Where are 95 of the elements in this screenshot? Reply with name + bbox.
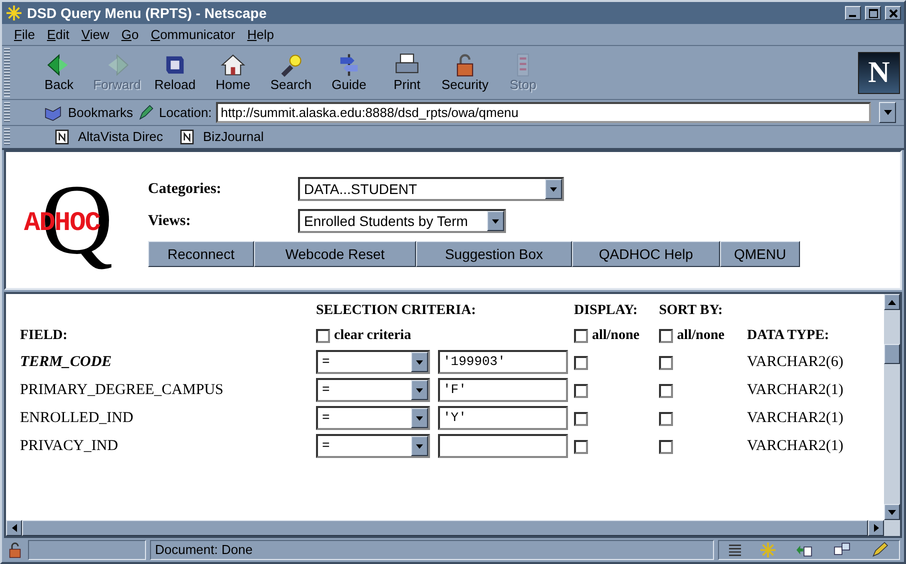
menu-item[interactable]: Go: [115, 24, 145, 44]
value-field[interactable]: [438, 434, 568, 458]
operator-dropdown[interactable]: =: [316, 378, 430, 402]
value-field[interactable]: 'Y': [438, 406, 568, 430]
nav-button[interactable]: Webcode Reset: [254, 241, 416, 267]
bookmark-link[interactable]: BizJournal: [179, 127, 264, 147]
column-header: DATA TYPE:: [747, 327, 830, 345]
checkbox[interactable]: [574, 440, 588, 454]
toolbar-button[interactable]: Print: [378, 52, 436, 93]
caret-icon: [888, 300, 896, 304]
bookmark-icon: [42, 104, 64, 122]
checkbox[interactable]: [574, 356, 588, 370]
data-type: VARCHAR2(1): [747, 436, 844, 456]
menu-item[interactable]: File: [8, 24, 41, 44]
maximize-icon: [868, 8, 878, 18]
browser-logo[interactable]: N: [858, 52, 900, 94]
nav-button[interactable]: Reconnect: [148, 241, 254, 267]
nav-button[interactable]: Suggestion Box: [416, 241, 572, 267]
checkbox[interactable]: [316, 328, 330, 342]
toolbar-button[interactable]: Search: [262, 52, 320, 93]
nav-button[interactable]: QMENU: [720, 241, 800, 267]
column-header: SELECTION CRITERIA:: [316, 302, 477, 320]
window-title: DSD Query Menu (RPTS) - Netscape: [27, 4, 268, 23]
pen-icon: [137, 104, 156, 122]
value-field[interactable]: '199903': [438, 350, 568, 374]
toolbar-button[interactable]: Guide: [320, 52, 378, 93]
toolbar-button[interactable]: Security: [436, 52, 494, 93]
home-icon: [220, 52, 246, 78]
checkbox[interactable]: [659, 384, 673, 398]
star-icon[interactable]: [759, 541, 777, 559]
checkbox[interactable]: [574, 384, 588, 398]
operator-dropdown[interactable]: =: [316, 350, 430, 374]
caret-icon: [416, 360, 423, 364]
field-name: PRIVACY_IND: [20, 436, 120, 456]
nav-button[interactable]: QADHOC Help: [572, 241, 720, 267]
checkbox-label: clear criteria: [334, 327, 412, 345]
location-label: Location:: [159, 104, 212, 122]
vertical-scrollbar[interactable]: [884, 294, 900, 520]
operator-dropdown[interactable]: =: [316, 406, 430, 430]
page-icon: [179, 129, 196, 145]
menu-item[interactable]: Communicator: [144, 24, 242, 44]
grip-handle[interactable]: [4, 128, 10, 146]
caret-icon: [492, 218, 499, 224]
checkbox[interactable]: [659, 328, 673, 342]
list-icon: [727, 542, 743, 558]
close-icon: [888, 8, 898, 18]
status-text: Document: Done: [150, 540, 714, 560]
bookmark-link[interactable]: AltaVista Direc: [54, 127, 164, 147]
close-button[interactable]: [885, 6, 901, 20]
caret-icon: [416, 388, 423, 392]
caret-icon: [416, 416, 423, 420]
field-name: PRIMARY_DEGREE_CAMPUS: [20, 380, 224, 400]
data-type: VARCHAR2(1): [747, 380, 844, 400]
toolbar-button[interactable]: Back: [30, 52, 88, 93]
scroll-thumb[interactable]: [884, 344, 900, 364]
column-header: SORT BY:: [659, 302, 724, 320]
address-field[interactable]: http://summit.alaska.edu:8888/dsd_rpts/owa/qmenu: [216, 102, 871, 123]
field-name: TERM_CODE: [20, 352, 113, 372]
dropdown-button[interactable]: [879, 102, 896, 123]
grip-handle[interactable]: [4, 48, 10, 97]
menu-item[interactable]: View: [75, 24, 116, 44]
checkbox[interactable]: [659, 412, 673, 426]
caret-icon: [884, 110, 892, 115]
caret-icon: [888, 510, 896, 514]
grip-handle[interactable]: [4, 102, 10, 123]
checkbox[interactable]: [659, 356, 673, 370]
data-type: VARCHAR2(6): [747, 352, 844, 372]
page-icon: [54, 129, 70, 145]
minimize-button[interactable]: [845, 6, 861, 20]
dropdown-field[interactable]: Enrolled Students by Term: [298, 209, 506, 233]
dropdown-field[interactable]: DATA...STUDENT: [298, 177, 564, 201]
toolbar-button[interactable]: Home: [204, 52, 262, 93]
toolbar-button[interactable]: Reload: [146, 52, 204, 93]
menu-item[interactable]: Edit: [40, 24, 76, 44]
operator-dropdown[interactable]: =: [316, 434, 430, 458]
star-icon: [5, 4, 23, 22]
value-field[interactable]: 'F': [438, 378, 568, 402]
field-label: Categories:: [148, 180, 222, 199]
field-name: ENROLLED_IND: [20, 408, 134, 428]
maximize-button[interactable]: [865, 6, 881, 20]
menu-item[interactable]: Help: [241, 24, 280, 44]
checkbox[interactable]: [574, 328, 588, 342]
caret-icon: [874, 524, 878, 532]
column-header: DISPLAY:: [574, 302, 639, 320]
caret-icon: [550, 186, 557, 192]
caret-icon: [12, 524, 16, 532]
field-label: Views:: [148, 212, 192, 231]
checkbox[interactable]: [574, 412, 588, 426]
column-header: FIELD:: [20, 327, 68, 345]
checkbox-label: all/none: [677, 327, 724, 345]
bookmarks-button[interactable]: Bookmarks: [42, 102, 134, 122]
checkbox[interactable]: [659, 440, 673, 454]
data-type: VARCHAR2(1): [747, 408, 844, 428]
caret-icon: [416, 444, 423, 448]
checkbox-label: all/none: [592, 327, 640, 345]
